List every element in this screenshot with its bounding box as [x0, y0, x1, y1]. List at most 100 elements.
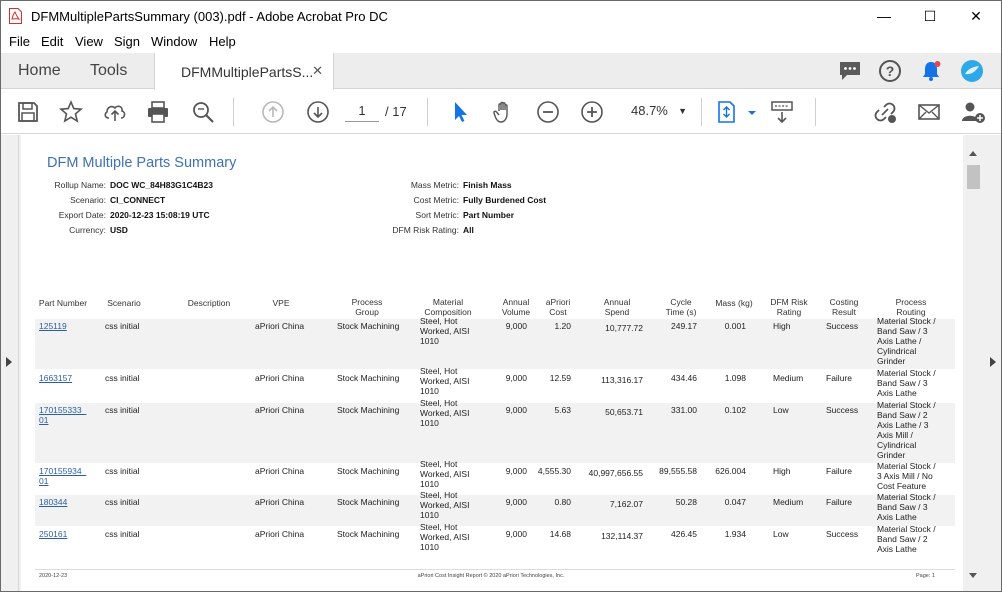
menu-view[interactable]: View: [75, 34, 103, 49]
part-number-link[interactable]: 01: [39, 476, 48, 486]
annual-spend-cell: 113,316.17: [601, 375, 643, 385]
meta-key: DFM Risk Rating:: [392, 225, 459, 235]
notification-bell-icon[interactable]: [919, 59, 943, 83]
zoom-out-icon[interactable]: [535, 99, 561, 125]
tab-bar: Home Tools DFMMultiplePartsS... ✕ ?: [1, 53, 1001, 90]
fit-page-dropdown-icon[interactable]: [739, 99, 756, 125]
tab-document[interactable]: DFMMultiplePartsS... ✕: [154, 53, 334, 90]
material-cell: 1010: [420, 336, 439, 346]
scroll-down-icon[interactable]: [969, 573, 977, 578]
scenario-cell: css initial: [105, 321, 140, 331]
costing-result-cell: Failure: [826, 497, 852, 507]
page-number-input[interactable]: 1: [345, 100, 379, 122]
scroll-up-icon[interactable]: [969, 151, 977, 156]
right-panel-toggle[interactable]: [983, 135, 1001, 591]
meta-value: 2020-12-23 15:08:19 UTC: [110, 210, 210, 220]
print-icon[interactable]: [145, 99, 171, 125]
bookmark-star-icon[interactable]: [58, 99, 84, 125]
dfm-risk-cell: Medium: [773, 497, 804, 507]
menu-help[interactable]: Help: [209, 34, 236, 49]
mass-cell: 1.098: [724, 373, 746, 383]
svg-text:?: ?: [886, 63, 895, 79]
material-cell: Worked, AISI: [420, 376, 470, 386]
add-user-icon[interactable]: [960, 99, 986, 125]
part-number-link[interactable]: 180344: [39, 497, 67, 507]
part-number-link[interactable]: 170155333_: [39, 405, 86, 415]
menu-sign[interactable]: Sign: [114, 34, 140, 49]
cloud-upload-icon[interactable]: [102, 99, 128, 125]
meta-value: Finish Mass: [463, 180, 512, 190]
minimize-button[interactable]: —: [861, 1, 907, 31]
help-icon[interactable]: ?: [878, 59, 902, 83]
left-panel-toggle[interactable]: [1, 135, 19, 591]
process-routing-cell: Axis Lathe / 3: [877, 420, 929, 430]
column-header: DFM Risk Rating: [770, 297, 808, 317]
annual-volume-cell: 9,000: [505, 373, 527, 383]
column-header: Process Group: [351, 297, 383, 317]
column-header: Mass (kg): [715, 298, 753, 308]
email-icon[interactable]: [916, 99, 942, 125]
dfm-risk-cell: High: [773, 466, 791, 476]
cycle-time-cell: 426.45: [671, 529, 697, 539]
material-cell: Worked, AISI: [420, 532, 470, 542]
scenario-cell: css initial: [105, 529, 140, 539]
scroll-thumb[interactable]: [967, 165, 980, 189]
annual-volume-cell: 9,000: [505, 466, 527, 476]
material-cell: 1010: [420, 510, 439, 520]
vertical-scrollbar[interactable]: [964, 135, 983, 591]
previous-page-icon[interactable]: [260, 99, 286, 125]
zoom-level-select[interactable]: 48.7% ▼: [619, 100, 691, 122]
report-title: DFM Multiple Parts Summary: [47, 155, 237, 171]
window-title: DFMMultiplePartsSummary (003).pdf - Adob…: [31, 9, 388, 24]
apriori-cost-cell: 14.68: [549, 529, 571, 539]
tab-tools[interactable]: Tools: [90, 53, 127, 89]
maximize-button[interactable]: ☐: [907, 1, 953, 31]
process-group-cell: Stock Machining: [337, 497, 400, 507]
mass-cell: 0.047: [724, 497, 746, 507]
menu-window[interactable]: Window: [151, 34, 197, 49]
part-number-link[interactable]: 01: [39, 415, 48, 425]
search-icon[interactable]: [190, 99, 216, 125]
save-icon[interactable]: [15, 99, 41, 125]
pdf-page: DFM Multiple Parts Summary 2020-12-23 aP…: [21, 135, 963, 591]
footer-copyright: aPriori Cost Insight Report © 2020 aPrio…: [417, 573, 565, 579]
part-number-link[interactable]: 250161: [39, 529, 67, 539]
vpe-cell: aPriori China: [255, 466, 305, 476]
process-group-cell: Stock Machining: [337, 405, 400, 415]
scenario-cell: css initial: [105, 497, 140, 507]
share-link-icon[interactable]: [872, 99, 898, 125]
process-routing-cell: Band Saw / 2: [877, 534, 928, 544]
footer-date: 2020-12-23: [39, 573, 68, 579]
annual-spend-cell: 50,653.71: [605, 407, 643, 417]
comment-icon[interactable]: [838, 59, 862, 83]
close-window-button[interactable]: ✕: [953, 1, 999, 31]
meta-key: Mass Metric:: [410, 180, 459, 190]
menu-edit[interactable]: Edit: [41, 34, 63, 49]
meta-value: DOC WC_84H83G1C4B23: [110, 180, 213, 190]
material-cell: 1010: [420, 418, 439, 428]
menu-file[interactable]: File: [9, 34, 30, 49]
material-cell: 1010: [420, 479, 439, 489]
tab-home[interactable]: Home: [18, 53, 61, 89]
select-cursor-icon[interactable]: [448, 99, 474, 125]
process-routing-cell: Material Stock /: [877, 461, 936, 471]
hand-tool-icon[interactable]: [491, 99, 517, 125]
process-routing-cell: Cylindrical: [877, 346, 917, 356]
process-routing-cell: Axis Lathe: [877, 512, 917, 522]
close-tab-icon[interactable]: ✕: [312, 63, 323, 79]
zoom-in-icon[interactable]: [579, 99, 605, 125]
next-page-icon[interactable]: [305, 99, 331, 125]
report-meta-right-row: DFM Risk Rating: All: [369, 225, 473, 235]
process-routing-cell: Material Stock /: [877, 316, 936, 326]
process-routing-cell: 3 Axis Mill / No: [877, 471, 933, 481]
fit-page-icon[interactable]: [715, 99, 741, 125]
vpe-cell: aPriori China: [255, 529, 305, 539]
scenario-cell: css initial: [105, 373, 140, 383]
part-number-link[interactable]: 125119: [39, 321, 67, 331]
process-routing-cell: Material Stock /: [877, 400, 936, 410]
part-number-link[interactable]: 170155934_: [39, 466, 86, 476]
scroll-mode-icon[interactable]: [769, 99, 795, 125]
account-avatar-icon[interactable]: [960, 59, 984, 83]
toolbar: 1 / 17 48.7% ▼: [1, 90, 1001, 134]
part-number-link[interactable]: 1663157: [39, 373, 72, 383]
